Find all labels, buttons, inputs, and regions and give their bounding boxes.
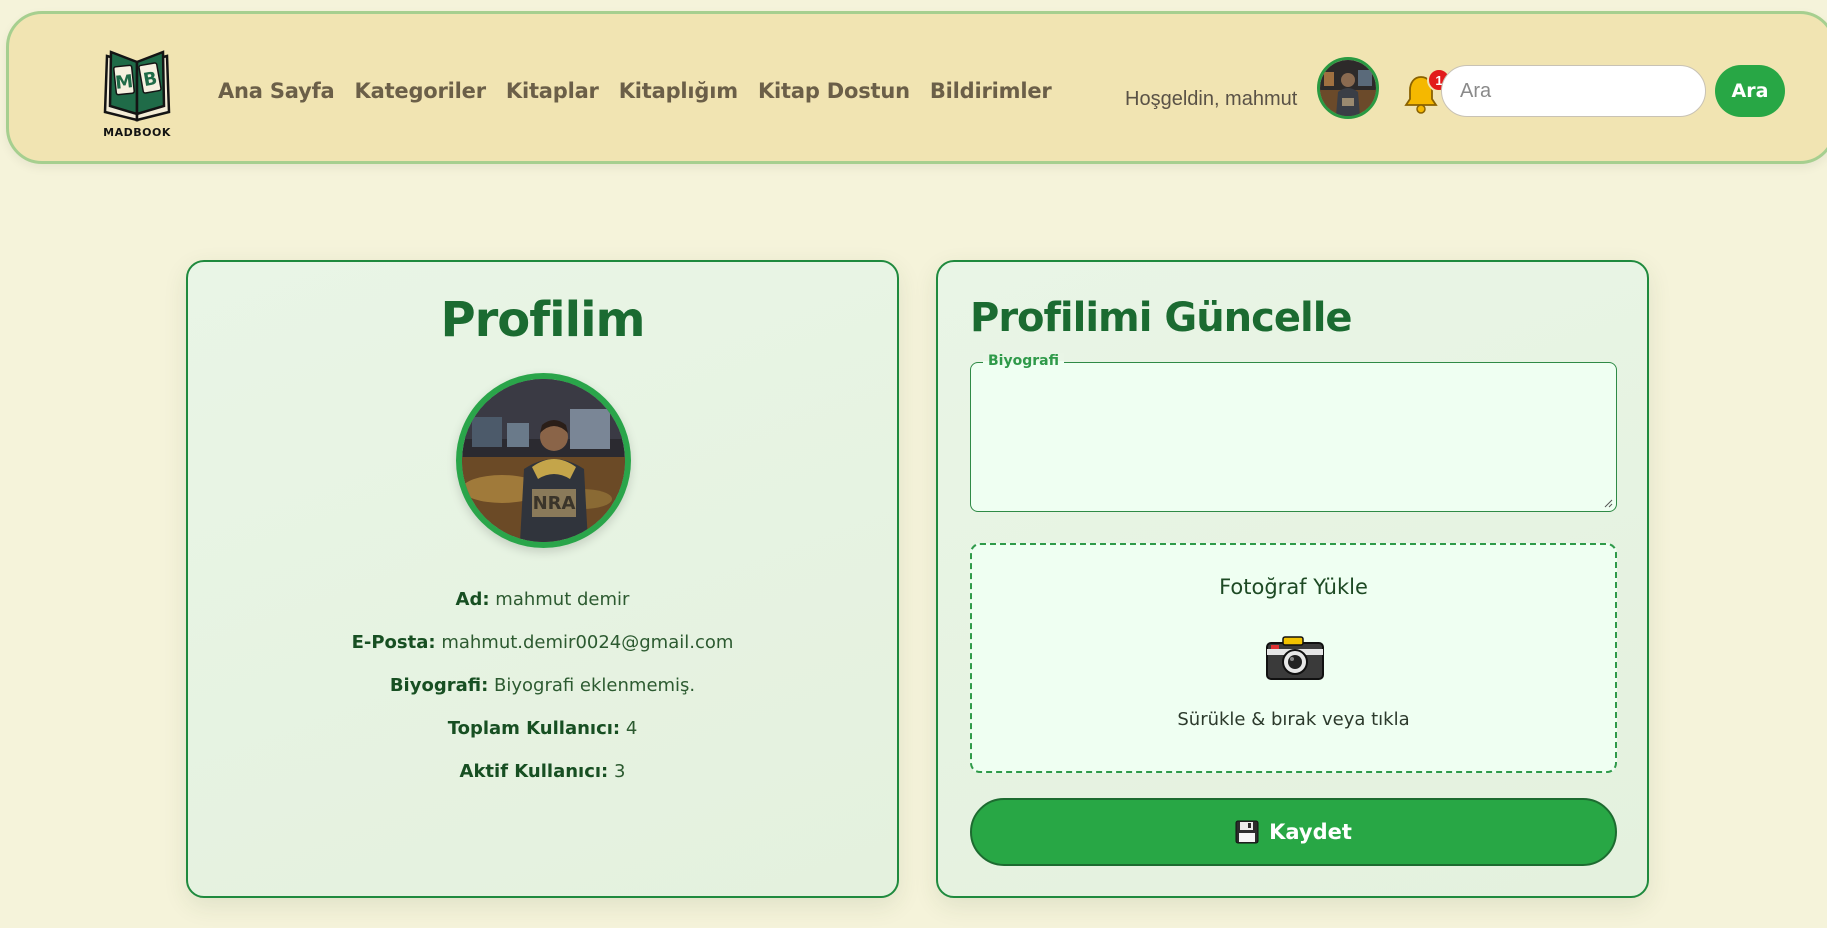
book-logo-icon: M B xyxy=(103,50,171,122)
info-row-name: Ad: mahmut demir xyxy=(188,588,897,631)
update-title: Profilimi Güncelle xyxy=(970,295,1353,341)
upload-hint: Sürükle & bırak veya tıkla xyxy=(1177,709,1410,730)
info-value: Biyografi eklenmemiş. xyxy=(494,675,696,696)
nav-link-kitap-dostun[interactable]: Kitap Dostun xyxy=(758,79,910,103)
info-label: Toplam Kullanıcı: xyxy=(447,718,621,739)
profile-photo-icon: NRA xyxy=(462,379,625,542)
logo-text: MADBOOK xyxy=(103,126,171,139)
upload-title: Fotoğraf Yükle xyxy=(1219,575,1368,599)
info-label: Biyografi: xyxy=(389,675,489,696)
info-value: mahmut demir xyxy=(495,589,630,610)
save-button-label: Kaydet xyxy=(1269,820,1352,844)
navbar: M B MADBOOK Ana Sayfa Kategoriler Kitapl… xyxy=(6,11,1827,164)
profile-title: Profilim xyxy=(440,292,645,348)
info-label: E-Posta: xyxy=(351,632,436,653)
floppy-disk-icon xyxy=(1235,820,1259,844)
search-button[interactable]: Ara xyxy=(1715,65,1785,117)
nav-links: Ana Sayfa Kategoriler Kitaplar Kitaplığı… xyxy=(218,14,1052,167)
svg-text:M: M xyxy=(114,71,134,94)
nav-link-ana-sayfa[interactable]: Ana Sayfa xyxy=(218,79,335,103)
bio-textarea[interactable] xyxy=(971,363,1616,511)
welcome-text: Hoşgeldin, mahmut xyxy=(1125,88,1298,110)
info-row-email: E-Posta: mahmut.demir0024@gmail.com xyxy=(188,631,897,674)
profile-info-list: Ad: mahmut demir E-Posta: mahmut.demir00… xyxy=(188,588,897,803)
nav-avatar[interactable] xyxy=(1317,57,1379,119)
resize-grip-icon[interactable] xyxy=(1603,498,1613,508)
info-row-total-users: Toplam Kullanıcı: 4 xyxy=(188,717,897,760)
info-value: 4 xyxy=(625,718,638,739)
info-label: Ad: xyxy=(455,589,490,610)
profile-avatar: NRA xyxy=(456,373,631,548)
madbook-logo[interactable]: M B MADBOOK xyxy=(97,50,177,142)
user-photo-icon xyxy=(1320,60,1376,116)
camera-icon xyxy=(1266,636,1324,680)
info-value: mahmut.demir0024@gmail.com xyxy=(441,632,734,653)
svg-text:NRA: NRA xyxy=(533,493,576,514)
save-button[interactable]: Kaydet xyxy=(970,798,1617,866)
info-row-bio: Biyografi: Biyografi eklenmemiş. xyxy=(188,674,897,717)
info-value: 3 xyxy=(614,761,626,782)
info-row-active-users: Aktif Kullanıcı: 3 xyxy=(188,760,897,803)
nav-link-kitapligim[interactable]: Kitaplığım xyxy=(619,79,738,103)
nav-link-kategoriler[interactable]: Kategoriler xyxy=(355,79,487,103)
bio-field: Biyografi xyxy=(970,353,1617,512)
info-label: Aktif Kullanıcı: xyxy=(459,761,609,782)
nav-link-kitaplar[interactable]: Kitaplar xyxy=(506,79,599,103)
search-input[interactable] xyxy=(1441,65,1706,117)
photo-upload-dropzone[interactable]: Fotoğraf Yükle Sürükle & bırak veya tıkl… xyxy=(970,543,1617,773)
nav-link-bildirimler[interactable]: Bildirimler xyxy=(930,79,1052,103)
profile-card: Profilim NRA Ad: mahmut demir E-Posta: m… xyxy=(186,260,899,898)
update-profile-card: Profilimi Güncelle Biyografi Fotoğraf Yü… xyxy=(936,260,1649,898)
